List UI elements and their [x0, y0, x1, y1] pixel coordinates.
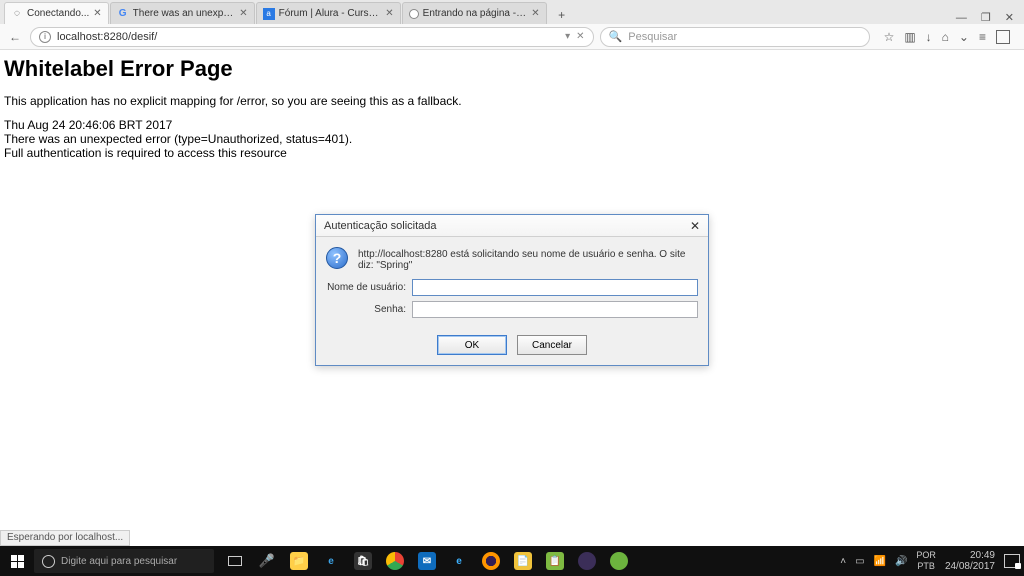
- search-bar[interactable]: 🔍 Pesquisar: [600, 27, 870, 47]
- close-icon[interactable]: ✕: [531, 8, 539, 19]
- password-label: Senha:: [326, 304, 412, 315]
- browser-toolbar: ← i localhost:8280/desif/ ▾ ✕ 🔍 Pesquisa…: [0, 24, 1024, 50]
- close-icon[interactable]: ✕: [239, 8, 247, 19]
- library-icon[interactable]: ▥: [904, 30, 915, 44]
- tab-label: Conectando...: [27, 8, 89, 19]
- chrome-icon[interactable]: [380, 546, 410, 576]
- notifications-icon[interactable]: [1004, 554, 1020, 568]
- mic-icon[interactable]: 🎤: [252, 546, 282, 576]
- search-icon: 🔍: [609, 30, 623, 43]
- edge-icon[interactable]: e: [316, 546, 346, 576]
- pocket-icon[interactable]: ⌄: [959, 30, 969, 44]
- page-content: Whitelabel Error Page This application h…: [0, 50, 1024, 166]
- battery-icon[interactable]: ▭: [855, 556, 864, 567]
- bookmark-icon[interactable]: ☆: [884, 30, 895, 44]
- notes-icon[interactable]: 📋: [540, 546, 570, 576]
- status-bar: Esperando por localhost...: [0, 530, 130, 546]
- dialog-body: ? http://localhost:8280 está solicitando…: [316, 237, 708, 327]
- password-input[interactable]: [412, 301, 698, 318]
- clock[interactable]: 20:49 24/08/2017: [945, 550, 995, 572]
- search-placeholder: Pesquisar: [628, 31, 677, 43]
- browser-tab-1[interactable]: ◌ Conectando... ✕: [4, 2, 109, 24]
- window-controls: — ❐ ✕: [956, 11, 1024, 24]
- url-text: localhost:8280/desif/: [57, 31, 559, 43]
- language-indicator[interactable]: POR PTB: [916, 550, 936, 572]
- tray-chevron-icon[interactable]: ˄: [840, 556, 846, 567]
- browser-tab-bar: ◌ Conectando... ✕ G There was an unexpec…: [0, 0, 1024, 24]
- taskbar-apps: 🎤 📁 e 🛍 ✉ e 📄 📋: [220, 546, 634, 576]
- dialog-title-text: Autenticação solicitada: [324, 220, 437, 232]
- cortana-search[interactable]: Digite aqui para pesquisar: [34, 549, 214, 573]
- username-input[interactable]: [412, 279, 698, 296]
- windows-taskbar: Digite aqui para pesquisar 🎤 📁 e 🛍 ✉ e 📄…: [0, 546, 1024, 576]
- username-label: Nome de usuário:: [326, 282, 412, 293]
- question-icon: ?: [326, 247, 348, 269]
- addon-icon[interactable]: [996, 30, 1010, 44]
- downloads-icon[interactable]: ↓: [926, 30, 932, 44]
- close-icon[interactable]: ✕: [93, 8, 101, 19]
- close-window-icon[interactable]: ✕: [1005, 11, 1014, 24]
- error-detail: Full authentication is required to acces…: [4, 146, 1020, 160]
- menu-icon[interactable]: ≡: [979, 30, 986, 44]
- cortana-placeholder: Digite aqui para pesquisar: [61, 556, 177, 567]
- browser-tab-3[interactable]: a Fórum | Alura - Cursos onlin ✕: [256, 2, 401, 24]
- tab-label: Entrando na página - Progra: [423, 8, 528, 19]
- maximize-icon[interactable]: ❐: [981, 11, 991, 24]
- windows-icon: [11, 555, 24, 568]
- ok-button[interactable]: OK: [437, 335, 507, 355]
- error-line: There was an unexpected error (type=Unau…: [4, 132, 1020, 146]
- wifi-icon[interactable]: 📶: [874, 556, 886, 567]
- minimize-icon[interactable]: —: [956, 12, 967, 24]
- loading-icon: ◌: [11, 8, 23, 20]
- cancel-button[interactable]: Cancelar: [517, 335, 587, 355]
- dropdown-icon[interactable]: ▾: [565, 31, 570, 42]
- browser-tab-2[interactable]: G There was an unexpected er ✕: [110, 2, 255, 24]
- ie-icon[interactable]: e: [444, 546, 474, 576]
- back-button[interactable]: ←: [6, 28, 24, 46]
- dialog-message: http://localhost:8280 está solicitando s…: [358, 247, 698, 271]
- site-icon: [409, 9, 419, 19]
- system-tray: ˄ ▭ 📶 🔊 POR PTB 20:49 24/08/2017: [840, 550, 1024, 572]
- info-icon[interactable]: i: [39, 31, 51, 43]
- dialog-titlebar[interactable]: Autenticação solicitada ✕: [316, 215, 708, 237]
- tab-label: Fórum | Alura - Cursos onlin: [279, 8, 382, 19]
- mail-icon[interactable]: ✉: [412, 546, 442, 576]
- task-view-icon[interactable]: [220, 546, 250, 576]
- google-icon: G: [117, 8, 129, 20]
- address-bar[interactable]: i localhost:8280/desif/ ▾ ✕: [30, 27, 594, 47]
- close-icon[interactable]: ✕: [690, 219, 700, 233]
- store-icon[interactable]: 🛍: [348, 546, 378, 576]
- dialog-buttons: OK Cancelar: [316, 327, 708, 365]
- explorer-icon[interactable]: 📁: [284, 546, 314, 576]
- toolbar-actions: ☆ ▥ ↓ ⌂ ⌄ ≡: [876, 30, 1018, 44]
- clear-icon[interactable]: ✕: [576, 31, 584, 42]
- start-button[interactable]: [0, 546, 34, 576]
- new-tab-button[interactable]: +: [552, 6, 572, 24]
- home-icon[interactable]: ⌂: [942, 30, 949, 44]
- firefox-icon[interactable]: [476, 546, 506, 576]
- spring-icon[interactable]: [604, 546, 634, 576]
- auth-dialog: Autenticação solicitada ✕ ? http://local…: [315, 214, 709, 366]
- eclipse-icon[interactable]: [572, 546, 602, 576]
- timestamp: Thu Aug 24 20:46:06 BRT 2017: [4, 118, 1020, 132]
- doc-icon[interactable]: 📄: [508, 546, 538, 576]
- close-icon[interactable]: ✕: [385, 8, 393, 19]
- volume-icon[interactable]: 🔊: [895, 556, 907, 567]
- browser-tab-4[interactable]: Entrando na página - Progra ✕: [402, 2, 547, 24]
- cortana-icon: [42, 555, 55, 568]
- tab-label: There was an unexpected er: [133, 8, 236, 19]
- fallback-message: This application has no explicit mapping…: [4, 94, 1020, 108]
- page-title: Whitelabel Error Page: [4, 56, 1020, 82]
- alura-icon: a: [263, 8, 275, 20]
